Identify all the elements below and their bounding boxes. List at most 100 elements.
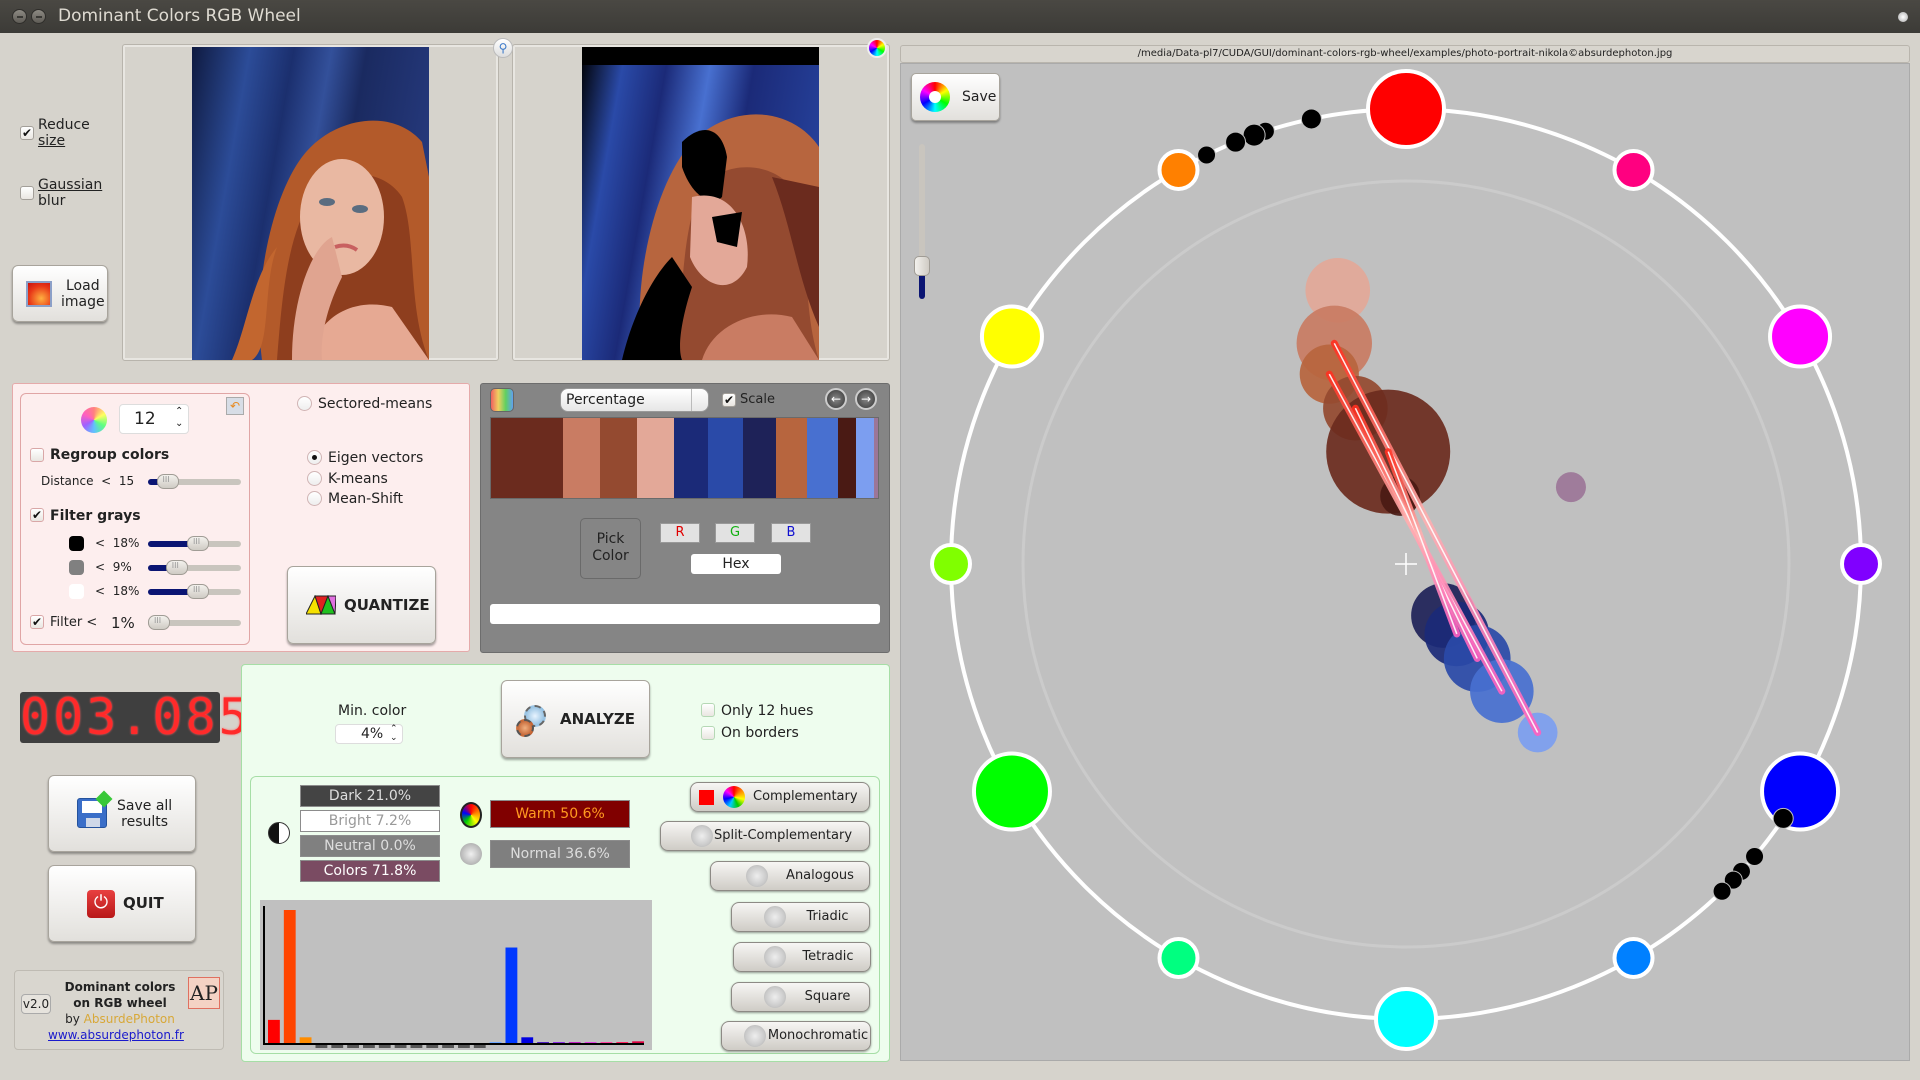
save-wheel-label: Save (962, 89, 997, 105)
palette-swatch[interactable] (838, 418, 857, 498)
harmony-analogous-button[interactable]: Analogous (710, 861, 870, 891)
palette-swatch[interactable] (743, 418, 777, 498)
hue-histogram (260, 900, 652, 1050)
gray-op: < (95, 560, 106, 574)
scale-checkbox[interactable]: ✔ (722, 393, 736, 407)
quit-label: QUIT (123, 894, 164, 912)
harmony-monochromatic-label: Monochromatic (767, 1028, 869, 1043)
harmony-square-button[interactable]: Square (731, 982, 870, 1012)
black-threshold-slider[interactable] (148, 536, 241, 551)
palette-swatch[interactable] (874, 418, 878, 498)
on-borders-checkbox[interactable] (701, 726, 715, 740)
reset-icon[interactable]: ↶ (226, 397, 244, 415)
file-path-label: /media/Data-pl7/CUDA/GUI/dominant-colors… (900, 45, 1910, 63)
pick-color-button[interactable]: Pick Color (580, 518, 641, 579)
color-wheel-icon (81, 407, 107, 433)
on-borders-label: On borders (721, 725, 799, 741)
zoom-icon[interactable]: ⚲ (493, 38, 513, 58)
minimize-window-button[interactable] (31, 9, 46, 24)
histogram-bar-cyan (442, 1045, 454, 1048)
palette-swatch[interactable] (708, 418, 744, 498)
filter-grays-checkbox[interactable]: ✔ (30, 508, 44, 522)
about-box: v2.0 Dominant colors on RGB wheel by Abs… (14, 970, 224, 1050)
distance-label: Distance < 15 (41, 474, 134, 488)
reduce-size-line1: Reduce (38, 117, 90, 133)
spin-arrows-icon[interactable]: ⌃ ⌄ (175, 406, 183, 430)
regroup-colors-checkbox[interactable] (30, 448, 44, 462)
histogram-bar-cyan-green (426, 1045, 439, 1048)
only-12-hues-checkbox[interactable] (701, 703, 715, 717)
reduce-size-line2: size (38, 133, 66, 149)
spin-arrows-icon[interactable]: ⌃ ⌄ (390, 725, 398, 743)
method-sectored-means-radio[interactable] (297, 396, 312, 411)
filter-checkbox[interactable]: ✔ (30, 615, 44, 629)
method-mean-shift-radio[interactable] (307, 491, 322, 506)
harmony-tetradic-button[interactable]: Tetradic (733, 942, 871, 972)
harmony-split-complementary-button[interactable]: Split-Complementary (660, 821, 870, 851)
harmony-triadic-button[interactable]: Triadic (731, 902, 870, 932)
save-all-line1: Save all (117, 798, 173, 814)
gaussian-blur-checkbox[interactable] (20, 186, 34, 200)
website-link[interactable]: www.absurdephoton.fr (48, 1028, 184, 1042)
hue-marker (979, 304, 1044, 369)
min-color-spinbox[interactable]: 4% ⌃ ⌄ (335, 724, 403, 744)
analyze-button[interactable]: ANALYZE (501, 680, 650, 758)
load-image-button[interactable]: Load image (12, 265, 108, 322)
palette-swatch[interactable] (856, 418, 875, 498)
harmony-analogous-label: Analogous (786, 868, 854, 883)
histogram-bar-yellow (331, 1045, 344, 1048)
hex-value-field[interactable]: Hex (691, 554, 781, 574)
gray-value: 9% (112, 560, 132, 574)
distance-slider[interactable] (148, 474, 241, 489)
tray-icon[interactable] (1898, 12, 1908, 22)
harmony-complementary-button[interactable]: Complementary (690, 782, 870, 812)
save-quantized-icon[interactable] (867, 38, 887, 58)
close-window-button[interactable] (12, 9, 27, 24)
histogram-bar-mint (410, 1045, 423, 1048)
hue-marker (1366, 69, 1446, 149)
palette-swatch[interactable] (599, 418, 637, 498)
floppy-disk-icon (77, 790, 113, 828)
colors-stat: Colors 71.8% (300, 860, 440, 882)
color-name-field[interactable] (490, 604, 880, 624)
previous-arrow-icon[interactable]: ← (825, 388, 847, 410)
palette-swatch[interactable] (562, 418, 600, 498)
white-threshold-slider[interactable] (148, 584, 241, 599)
histogram-bar-lime (347, 1045, 359, 1048)
palette-bar[interactable] (490, 417, 879, 499)
hue-marker (1157, 148, 1200, 191)
reduce-size-checkbox[interactable]: ✔ (20, 126, 34, 140)
palette-swatch[interactable] (636, 418, 674, 498)
blue-value-field[interactable]: B (771, 523, 811, 543)
method-kmeans-radio[interactable] (307, 471, 322, 486)
harmony-monochromatic-button[interactable]: Monochromatic (721, 1021, 871, 1051)
wheel-zoom-slider[interactable] (914, 144, 930, 299)
method-eigen-vectors-radio[interactable] (307, 450, 322, 465)
next-arrow-icon[interactable]: → (855, 388, 877, 410)
quit-button[interactable]: ⏻ QUIT (48, 865, 196, 942)
palette-swatch[interactable] (807, 418, 839, 498)
green-value-field[interactable]: G (715, 523, 755, 543)
method-eigen-vectors-label: Eigen vectors (328, 450, 424, 466)
histogram-bar-chartreuse (363, 1045, 375, 1048)
red-indicator (699, 790, 714, 805)
dominant-color-point (1555, 472, 1586, 503)
dark-stat: Dark 21.0% (300, 785, 440, 807)
num-colors-spinbox[interactable]: 12 ⌃ ⌄ (119, 404, 189, 434)
palette-swatch[interactable] (776, 418, 808, 498)
palette-swatch[interactable] (491, 418, 563, 498)
black-filter-label: < 18% (95, 536, 139, 550)
red-value-field[interactable]: R (660, 523, 700, 543)
hue-marker (1840, 543, 1882, 585)
quantize-button[interactable]: QUANTIZE (287, 566, 436, 644)
save-wheel-button[interactable]: Save (911, 73, 1000, 121)
min-color-value: 4% (361, 726, 384, 742)
gray-threshold-slider[interactable] (148, 560, 241, 575)
save-all-results-button[interactable]: Save all results (48, 775, 196, 852)
save-palette-icon[interactable] (490, 388, 514, 412)
save-all-results-label: Save all results (117, 798, 172, 830)
filter-slider[interactable] (148, 615, 241, 630)
sort-mode-select[interactable]: Percentage (560, 388, 709, 412)
palette-swatch[interactable] (673, 418, 709, 498)
rgb-wheel[interactable] (901, 64, 1911, 1062)
